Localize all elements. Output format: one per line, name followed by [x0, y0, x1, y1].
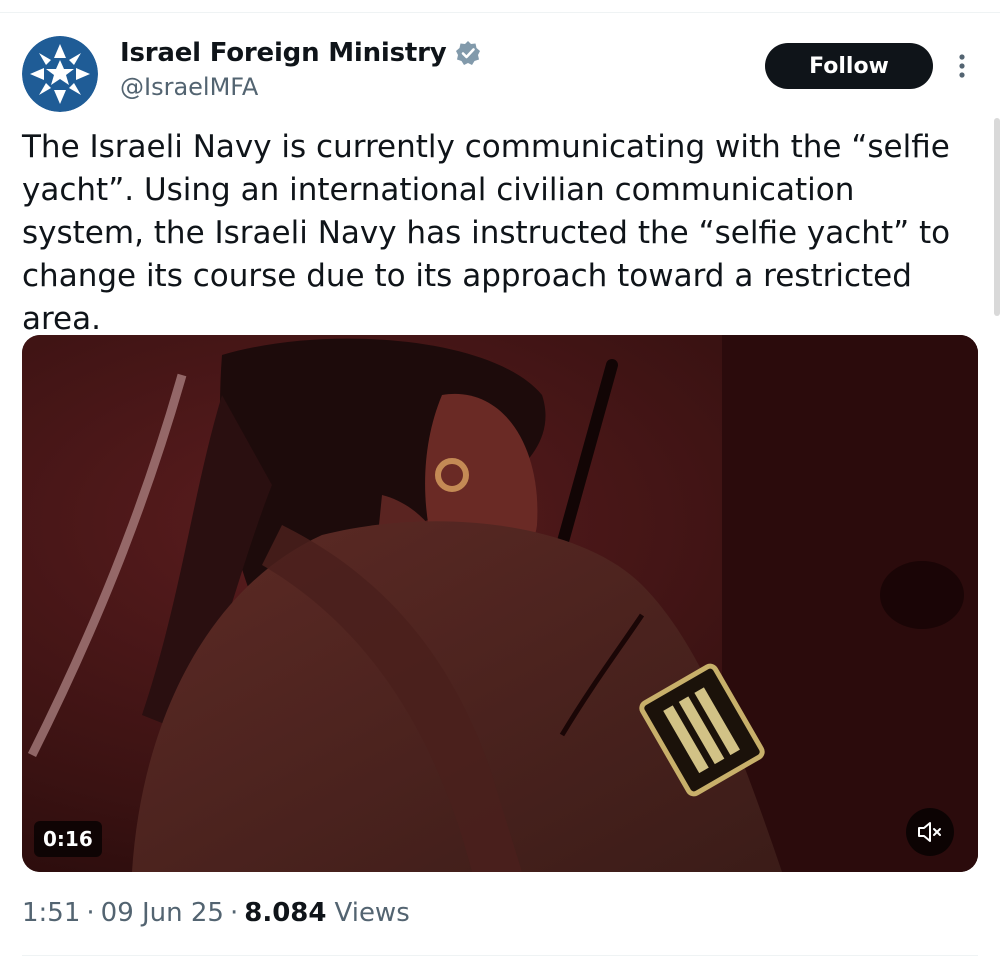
bottom-divider	[22, 955, 978, 956]
more-vertical-icon	[959, 54, 965, 78]
follow-button[interactable]: Follow	[765, 43, 933, 89]
video-duration-badge: 0:16	[34, 821, 102, 857]
volume-muted-icon	[918, 822, 941, 842]
meta-separator: ·	[86, 898, 95, 928]
views-label[interactable]: Views	[335, 898, 410, 928]
ministry-emblem-icon	[22, 36, 98, 112]
video-player[interactable]	[22, 335, 978, 872]
scrollbar[interactable]	[994, 118, 1000, 316]
video-frame	[22, 335, 978, 872]
tweet-time[interactable]: 1:51	[22, 898, 80, 928]
author-display-name[interactable]: Israel Foreign Ministry	[120, 38, 447, 68]
tweet-date[interactable]: 09 Jun 25	[101, 898, 224, 928]
more-options-button[interactable]	[952, 52, 972, 80]
tweet-meta: 1:51 · 09 Jun 25 · 8.084 Views	[22, 898, 410, 928]
verified-badge-icon	[455, 41, 480, 65]
views-count[interactable]: 8.084	[244, 898, 326, 928]
author-handle[interactable]: @IsraelMFA	[120, 73, 258, 101]
author-avatar[interactable]	[22, 36, 98, 112]
meta-separator: ·	[229, 898, 239, 928]
author-name-row[interactable]: Israel Foreign Ministry	[120, 38, 481, 68]
mute-toggle-button[interactable]	[906, 808, 954, 856]
top-divider	[0, 12, 1000, 13]
tweet-text: The Israeli Navy is currently communicat…	[22, 129, 951, 337]
